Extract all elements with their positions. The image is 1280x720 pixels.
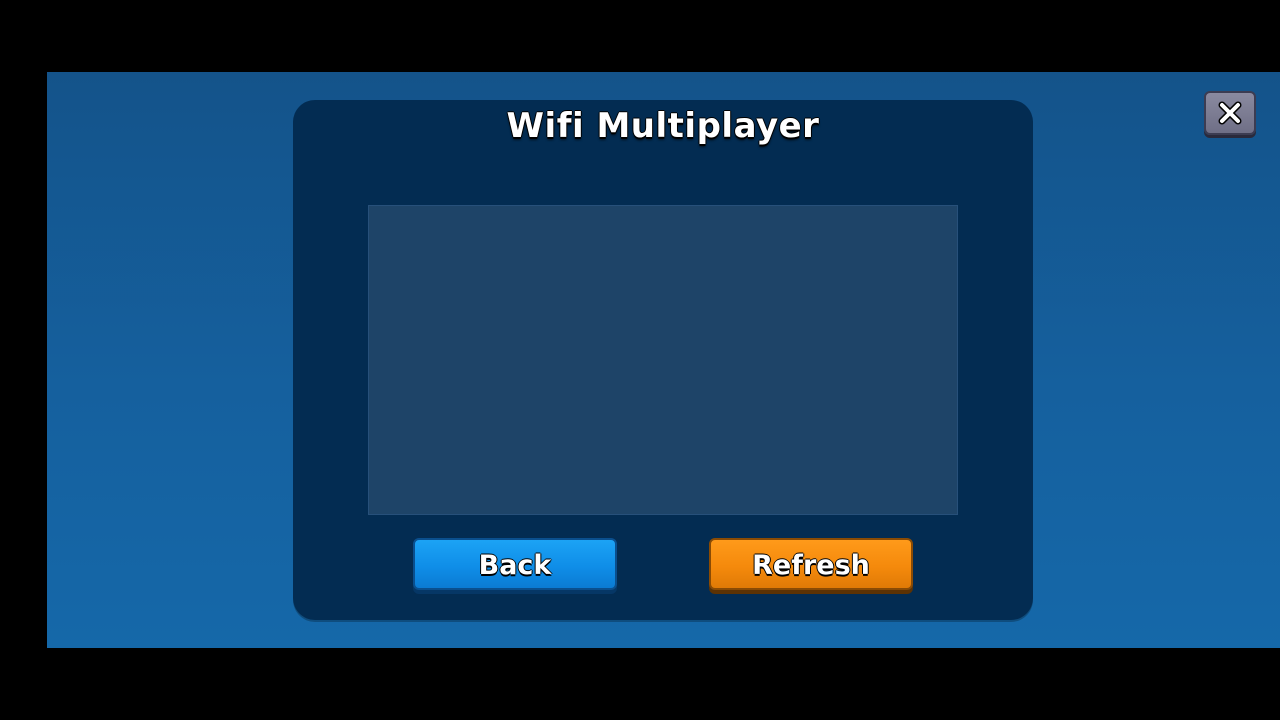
wifi-multiplayer-dialog: Wifi Multiplayer Back Refresh [293, 100, 1033, 620]
screen: Wifi Multiplayer Back Refresh [0, 0, 1280, 720]
game-view: Wifi Multiplayer Back Refresh [47, 72, 1280, 648]
refresh-button[interactable]: Refresh [709, 538, 913, 590]
dialog-title: Wifi Multiplayer [506, 106, 820, 146]
close-button[interactable] [1204, 91, 1256, 135]
session-list[interactable] [368, 205, 958, 515]
back-button[interactable]: Back [413, 538, 617, 590]
close-icon [1218, 101, 1242, 125]
